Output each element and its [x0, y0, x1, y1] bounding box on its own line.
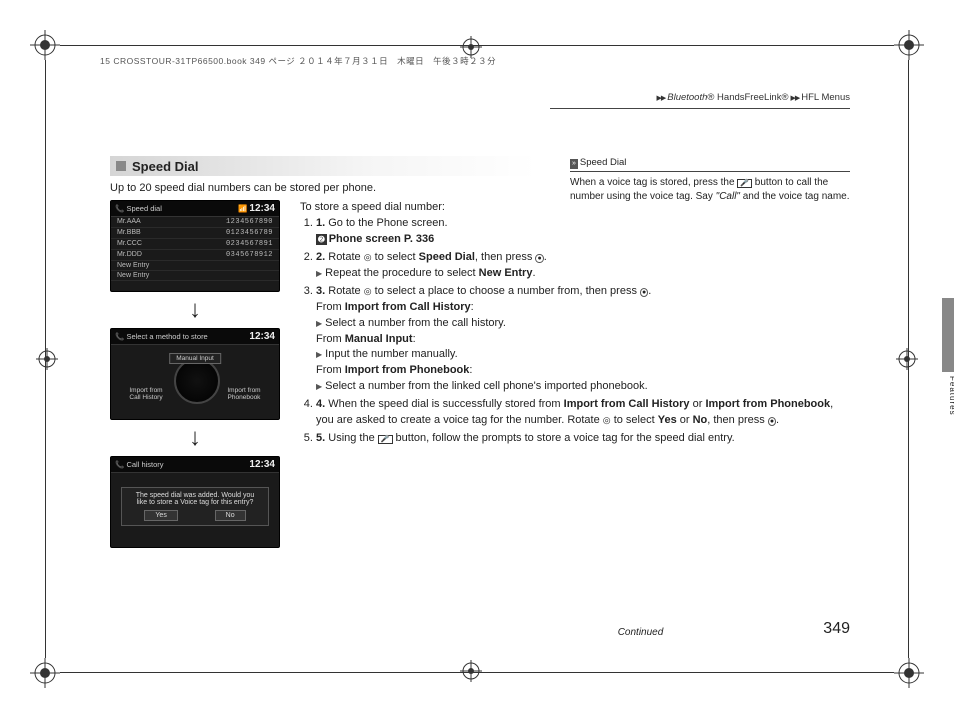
down-arrow-icon: ↓ [110, 426, 280, 450]
section-title-bar: Speed Dial [110, 156, 536, 176]
header-rule [550, 108, 850, 109]
document-header: 15 CROSSTOUR-31TP66500.book 349 ページ ２０１４… [100, 55, 496, 67]
page-number: 349 [823, 620, 850, 638]
rotate-knob-icon [364, 285, 372, 297]
sidebar-note: »Speed Dial When a voice tag is stored, … [570, 156, 850, 204]
down-arrow-icon: ↓ [110, 298, 280, 322]
registration-mark-icon [36, 348, 58, 370]
screenshot-select-method: 📞 Select a method to store12:34 Manual I… [110, 328, 280, 420]
crop-mark-icon [894, 658, 924, 688]
section-square-icon [116, 161, 126, 171]
section-intro: Up to 20 speed dial numbers can be store… [110, 182, 530, 194]
crop-mark-icon [894, 30, 924, 60]
registration-mark-icon [460, 660, 482, 682]
crop-mark-icon [30, 30, 60, 60]
continued-label: Continued [618, 627, 664, 638]
breadcrumb: Bluetooth® HandsFreeLink®HFL Menus [654, 92, 850, 103]
rotate-knob-icon [364, 251, 372, 263]
instruction-steps: To store a speed dial number: 1. Go to t… [300, 200, 850, 548]
screenshot-voice-tag-prompt: 📞 Call history12:34 The speed dial was a… [110, 456, 280, 548]
talk-button-icon: 🎤 [378, 435, 393, 444]
press-icon [768, 414, 776, 426]
press-icon [535, 251, 543, 263]
rotate-knob-icon [603, 414, 611, 426]
registration-mark-icon [896, 348, 918, 370]
thumb-tab-label: Features [948, 376, 954, 416]
thumb-tab [942, 298, 954, 372]
talk-button-icon: 🎤 [737, 179, 752, 188]
section-title: Speed Dial [132, 159, 198, 174]
screenshot-speed-dial-list: 📞 Speed dial📶 12:34 Mr.AAA1234567890 Mr.… [110, 200, 280, 292]
press-icon [640, 285, 648, 297]
crop-mark-icon [30, 658, 60, 688]
